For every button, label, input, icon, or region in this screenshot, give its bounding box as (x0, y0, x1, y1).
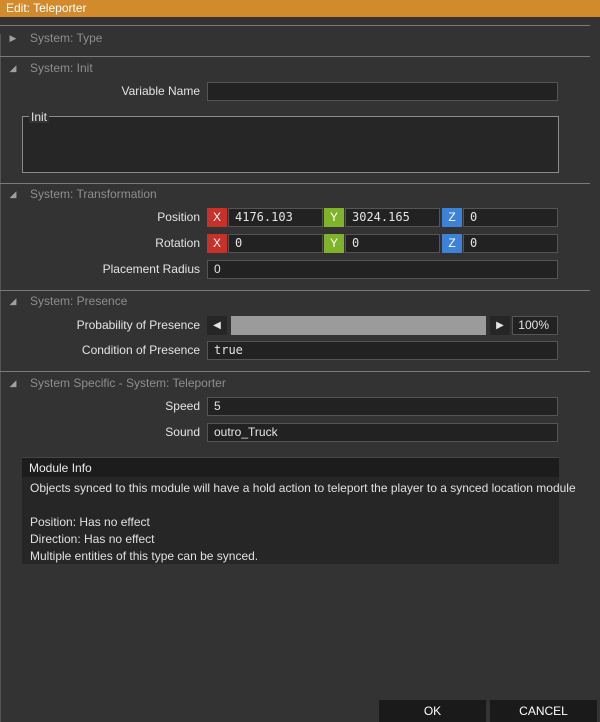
rotation-x-axis-badge: X (207, 234, 227, 253)
window-title: Edit: Teleporter (0, 0, 600, 17)
rotation-y-input[interactable]: 0 (345, 234, 440, 253)
position-x-axis-badge: X (207, 208, 227, 227)
position-x-input[interactable]: 4176.103 (228, 208, 323, 227)
section-title: System: Type (30, 31, 103, 45)
collapse-arrow-icon[interactable]: ◢ (8, 373, 18, 393)
probability-slider-fill (231, 316, 486, 335)
section-header-specific[interactable]: ◢ System Specific - System: Teleporter (0, 373, 600, 393)
module-info-panel: Module Info Objects synced to this modul… (22, 457, 576, 564)
expand-arrow-icon[interactable]: ▶ (8, 28, 18, 48)
module-info-description: Objects synced to this module will have … (30, 481, 576, 495)
section-title: System: Presence (30, 294, 128, 308)
module-info-position: Position: Has no effect (30, 515, 150, 529)
rotation-y-axis-badge: Y (324, 234, 344, 253)
speed-input[interactable]: 5 (207, 397, 558, 416)
slider-increase-arrow-icon[interactable]: ▶ (490, 316, 510, 335)
placement-radius-label: Placement Radius (102, 262, 200, 276)
separator (0, 25, 590, 26)
collapse-arrow-icon[interactable]: ◢ (8, 58, 18, 78)
condition-label: Condition of Presence (81, 343, 200, 357)
separator (0, 371, 590, 372)
sound-label: Sound (165, 425, 200, 439)
condition-input[interactable]: true (207, 341, 558, 360)
section-title: System: Init (30, 61, 93, 75)
rotation-label: Rotation (155, 236, 200, 250)
section-title: System Specific - System: Teleporter (30, 376, 226, 390)
position-z-axis-badge: Z (442, 208, 462, 227)
separator (0, 56, 590, 57)
placement-radius-input[interactable]: 0 (207, 260, 558, 279)
rotation-z-axis-badge: Z (442, 234, 462, 253)
position-y-input[interactable]: 3024.165 (345, 208, 440, 227)
module-info-direction: Direction: Has no effect (30, 532, 155, 546)
section-header-type[interactable]: ▶ System: Type (0, 28, 600, 48)
module-info-title: Module Info (22, 457, 559, 477)
section-header-init[interactable]: ◢ System: Init (0, 58, 600, 78)
probability-slider-track[interactable] (231, 316, 486, 335)
section-header-presence[interactable]: ◢ System: Presence (0, 291, 600, 311)
rotation-x-input[interactable]: 0 (228, 234, 323, 253)
init-textarea[interactable] (22, 116, 559, 173)
collapse-arrow-icon[interactable]: ◢ (8, 184, 18, 204)
ok-button[interactable]: OK (379, 700, 486, 722)
collapse-arrow-icon[interactable]: ◢ (8, 291, 18, 311)
variable-name-input[interactable] (207, 82, 558, 101)
probability-label: Probability of Presence (76, 318, 200, 332)
position-y-axis-badge: Y (324, 208, 344, 227)
probability-value[interactable]: 100% (512, 316, 558, 335)
speed-label: Speed (165, 399, 200, 413)
section-header-transformation[interactable]: ◢ System: Transformation (0, 184, 600, 204)
sound-input[interactable]: outro_Truck (207, 423, 558, 442)
section-title: System: Transformation (30, 187, 157, 201)
module-info-sync: Multiple entities of this type can be sy… (30, 549, 259, 563)
slider-decrease-arrow-icon[interactable]: ◀ (207, 316, 227, 335)
position-z-input[interactable]: 0 (463, 208, 558, 227)
position-label: Position (157, 210, 200, 224)
cancel-button[interactable]: CANCEL (490, 700, 597, 722)
init-label: Init (29, 110, 50, 124)
variable-name-label: Variable Name (121, 84, 200, 98)
rotation-z-input[interactable]: 0 (463, 234, 558, 253)
